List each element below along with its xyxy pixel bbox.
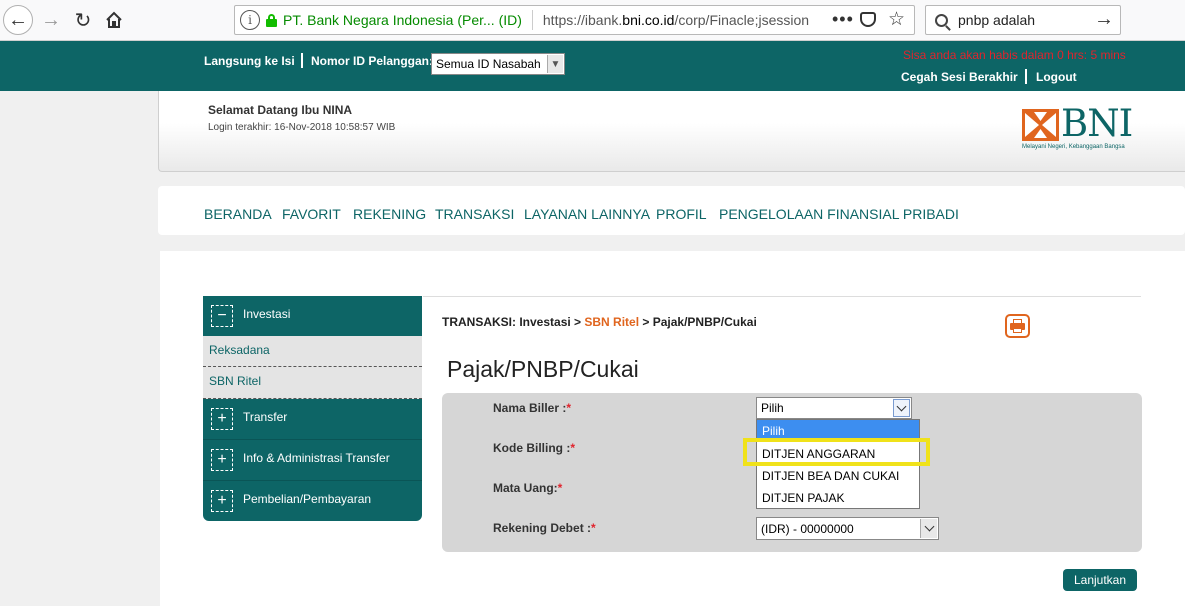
greeting: Selamat Datang Ibu NINA — [208, 103, 353, 117]
biller-select-value: Pilih — [761, 401, 784, 415]
search-icon — [935, 13, 948, 27]
print-icon[interactable] — [1005, 314, 1030, 338]
last-login: Login terakhir: 16-Nov-2018 10:58:57 WIB — [208, 122, 396, 133]
pocket-icon[interactable] — [860, 12, 876, 27]
menu-pengelolaan-finansial[interactable]: PENGELOLAAN FINANSIAL PRIBADI — [719, 206, 959, 222]
lock-icon — [266, 13, 277, 27]
billing-code-label: Kode Billing :* — [493, 441, 575, 455]
bni-logo-text: BNI — [1061, 102, 1133, 145]
expand-icon: + — [211, 490, 233, 512]
main-menu: BERANDA FAVORIT REKENING TRANSAKSI LAYAN… — [158, 186, 1185, 235]
chevron-down-icon — [893, 399, 910, 417]
expand-icon: + — [211, 449, 233, 471]
debit-account-label: Rekening Debet :* — [493, 521, 596, 535]
bni-logo: BNI Melayani Negeri, Kebanggaan Bangsa — [1022, 102, 1147, 154]
divider — [423, 296, 1141, 297]
skip-to-content-link[interactable]: Langsung ke Isi — [204, 54, 295, 68]
customer-id-value: Semua ID Nasabah — [436, 57, 541, 71]
divider — [531, 10, 533, 30]
page-title: Pajak/PNBP/Cukai — [447, 356, 639, 382]
home-icon[interactable] — [99, 5, 129, 35]
highlight-box — [743, 438, 930, 466]
sidebar-item-label: Transfer — [243, 410, 288, 424]
continue-button[interactable]: Lanjutkan — [1063, 569, 1137, 591]
top-bar: Langsung ke Isi Nomor ID Pelanggan: Semu… — [0, 41, 1185, 91]
star-icon[interactable]: ☆ — [888, 8, 905, 31]
session-timer: Sisa anda akan habis dalam 0 hrs: 5 mins — [903, 48, 1126, 62]
biller-select[interactable]: Pilih — [756, 397, 912, 419]
menu-layanan-lainnya[interactable]: LAYANAN LAINNYA — [524, 206, 650, 222]
reload-icon[interactable]: ↻ — [68, 5, 98, 35]
biller-option-ditjen-bea-cukai[interactable]: DITJEN BEA DAN CUKAI — [757, 465, 919, 487]
menu-transaksi[interactable]: TRANSAKSI — [435, 206, 514, 222]
menu-rekening[interactable]: REKENING — [353, 206, 426, 222]
sidebar-item-pembelian[interactable]: + Pembelian/Pembayaran — [203, 481, 422, 521]
menu-beranda[interactable]: BERANDA — [204, 206, 272, 222]
sidebar-subitem-reksadana[interactable]: Reksadana — [203, 336, 422, 367]
expand-icon: + — [211, 408, 233, 430]
bni-tagline: Melayani Negeri, Kebanggaan Bangsa — [1022, 144, 1125, 150]
customer-id-label: Nomor ID Pelanggan: — [311, 54, 434, 68]
search-input[interactable]: pnbp adalah — [958, 12, 1035, 28]
url-text: https://ibank.bni.co.id/corp/Finacle;jse… — [542, 12, 810, 28]
sidebar-item-label: Info & Administrasi Transfer — [243, 451, 390, 465]
back-arrow-icon[interactable]: ← — [3, 5, 33, 35]
address-bar[interactable]: i PT. Bank Negara Indonesia (Per... (ID)… — [234, 5, 915, 35]
welcome-header: Selamat Datang Ibu NINA Login terakhir: … — [158, 91, 1185, 172]
sidebar-subitem-sbn-ritel[interactable]: SBN Ritel — [203, 367, 422, 399]
customer-id-select[interactable]: Semua ID Nasabah ▼ — [431, 53, 565, 75]
logout-link[interactable]: Logout — [1036, 70, 1077, 84]
menu-favorit[interactable]: FAVORIT — [282, 206, 341, 222]
browser-toolbar: ← → ↻ i PT. Bank Negara Indonesia (Per..… — [0, 0, 1185, 41]
debit-account-value: (IDR) - 00000000 — [761, 522, 854, 536]
search-go-arrow-icon[interactable]: → — [1094, 8, 1114, 31]
chevron-down-icon: ▼ — [547, 55, 563, 73]
divider — [1025, 69, 1027, 84]
bni-logo-mark-icon — [1022, 109, 1059, 141]
forward-arrow-icon[interactable]: → — [36, 5, 66, 35]
search-bar[interactable]: pnbp adalah → — [925, 5, 1121, 35]
sidebar-item-investasi[interactable]: − Investasi — [203, 296, 422, 336]
site-identity: PT. Bank Negara Indonesia (Per... (ID) — [283, 12, 522, 28]
divider — [301, 53, 303, 68]
chevron-down-icon — [920, 519, 937, 538]
info-icon[interactable]: i — [240, 10, 260, 30]
sidebar-item-info-administrasi[interactable]: + Info & Administrasi Transfer — [203, 440, 422, 481]
sidebar-item-transfer[interactable]: + Transfer — [203, 399, 422, 440]
page-actions-icon[interactable]: ••• — [832, 9, 854, 30]
debit-account-select[interactable]: (IDR) - 00000000 — [756, 517, 939, 540]
biller-option-ditjen-pajak[interactable]: DITJEN PAJAK — [757, 487, 919, 509]
breadcrumb-link-sbn-ritel[interactable]: SBN Ritel — [584, 315, 639, 329]
breadcrumb: TRANSAKSI: Investasi > SBN Ritel > Pajak… — [442, 315, 757, 329]
sidebar-item-label: Pembelian/Pembayaran — [243, 492, 372, 506]
menu-profil[interactable]: PROFIL — [656, 206, 707, 222]
biller-label: Nama Biller :* — [493, 401, 572, 415]
breadcrumb-current: > Pajak/PNBP/Cukai — [639, 315, 757, 329]
breadcrumb-prefix: TRANSAKSI: Investasi > — [442, 315, 585, 329]
keep-session-link[interactable]: Cegah Sesi Berakhir — [901, 70, 1018, 84]
page-background — [0, 91, 158, 606]
currency-label: Mata Uang:* — [493, 481, 563, 495]
collapse-icon: − — [211, 305, 233, 327]
sidebar-item-label: Investasi — [243, 307, 291, 321]
